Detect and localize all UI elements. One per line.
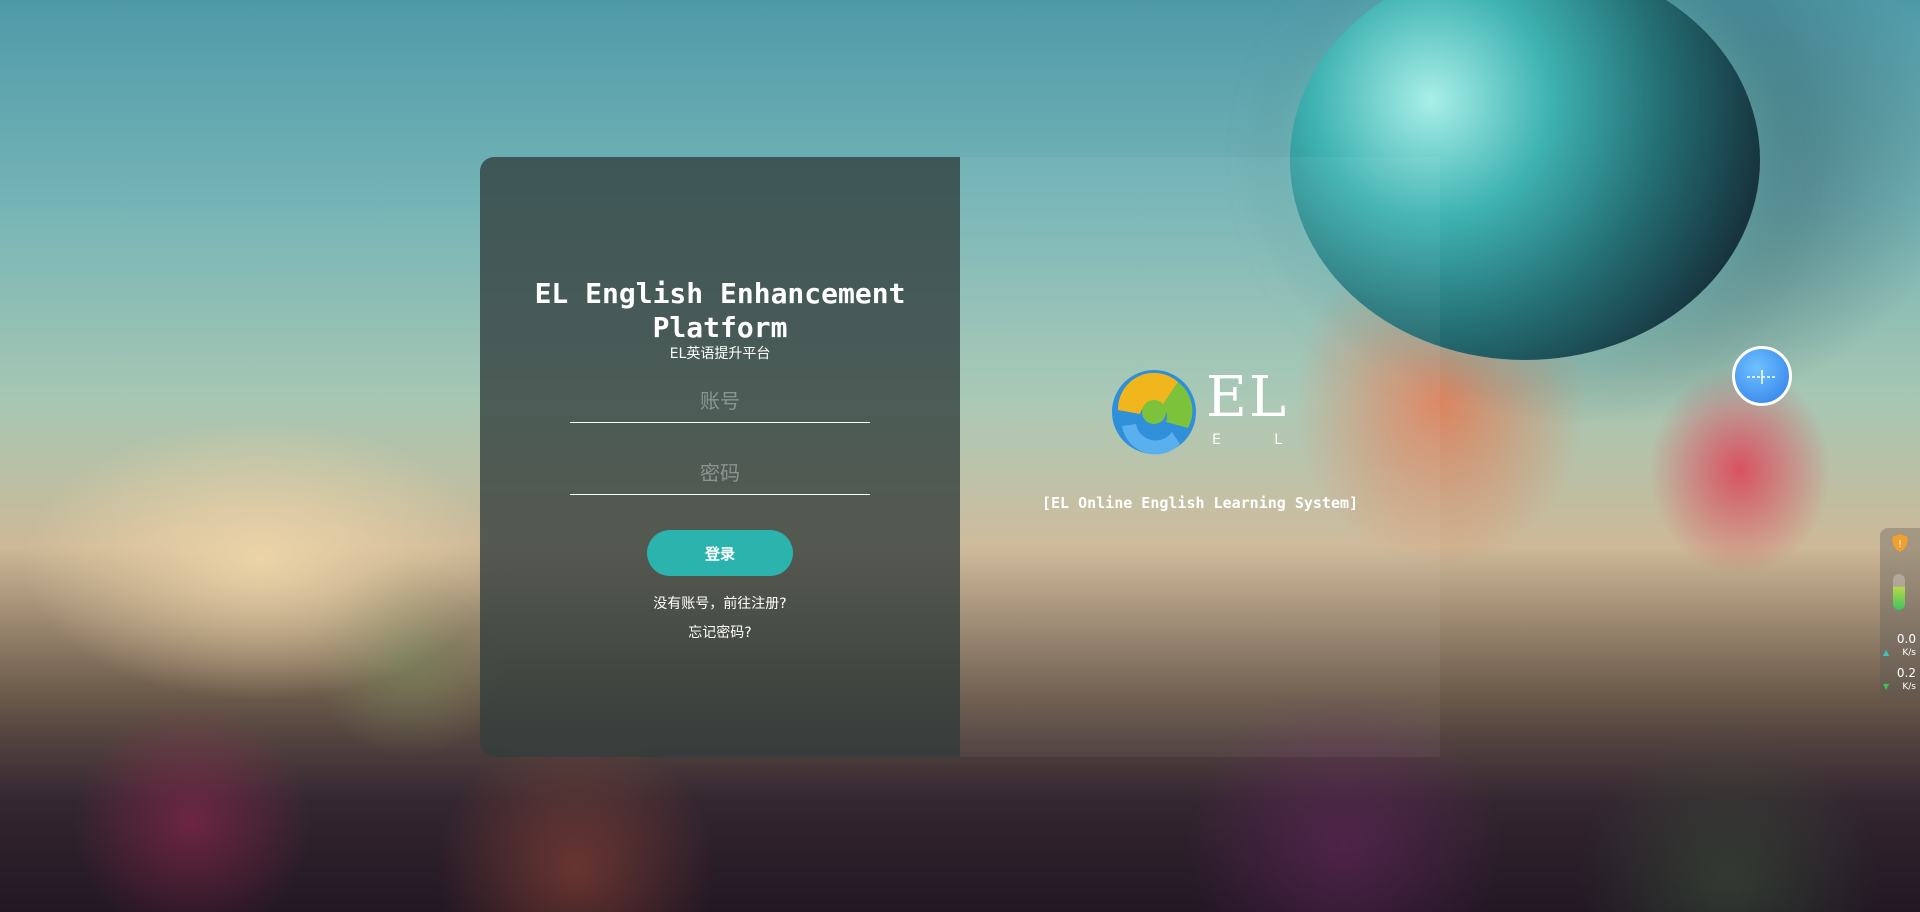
assistant-icon: [1747, 370, 1777, 384]
logo-sub-letter-l: L: [1274, 432, 1282, 448]
shield-icon: !: [1892, 534, 1908, 552]
logo-sub-letter-e: E: [1212, 432, 1221, 448]
register-link[interactable]: 没有账号，前往注册?: [480, 593, 960, 613]
upload-speed-unit: K/s: [1902, 648, 1916, 658]
upload-speed-value: 0.0: [1896, 632, 1916, 646]
system-tagline: [EL Online English Learning System]: [1041, 494, 1359, 512]
app-title: EL English Enhancement Platform: [534, 277, 906, 344]
floating-assistant-button[interactable]: [1732, 346, 1792, 406]
el-logo-icon: [1112, 370, 1196, 455]
logo-sub-letters: E L: [1206, 432, 1282, 448]
svg-text:!: !: [1898, 539, 1902, 550]
logo-text: EL: [1206, 365, 1289, 430]
download-speed-unit: K/s: [1902, 682, 1916, 692]
brand-panel: [960, 157, 1440, 757]
forgot-password-link[interactable]: 忘记密码?: [480, 622, 960, 642]
login-button[interactable]: 登录: [647, 530, 793, 576]
download-speed-value: 0.2: [1896, 666, 1916, 680]
login-card: EL English Enhancement Platform EL英语提升平台…: [480, 157, 960, 757]
usage-meter: [1893, 574, 1905, 610]
app-subtitle: EL英语提升平台: [669, 346, 771, 362]
username-input[interactable]: [570, 380, 870, 423]
network-speed-widget[interactable]: ! ▲ 0.0 K/s ▼ 0.2 K/s: [1880, 528, 1920, 698]
password-input[interactable]: [570, 452, 870, 495]
